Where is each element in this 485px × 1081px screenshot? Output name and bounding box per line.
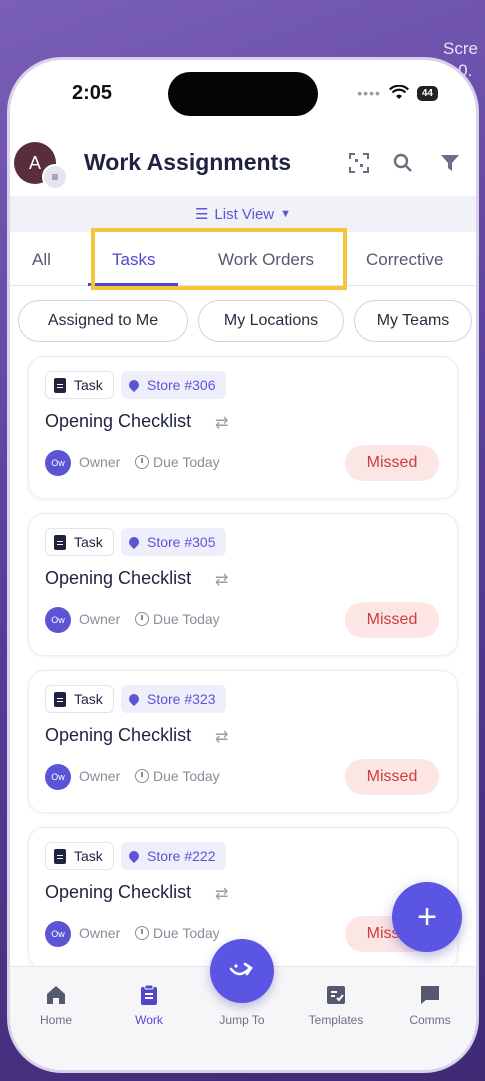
qr-scan-icon[interactable] (346, 150, 372, 176)
filter-my-teams[interactable]: My Teams (354, 300, 472, 342)
location-badge[interactable]: Store #323 (121, 685, 226, 713)
status-badge: Missed (345, 602, 439, 638)
annotation-highlight-box (91, 228, 347, 290)
location-pin-icon (126, 691, 142, 707)
location-label: Store #305 (147, 534, 216, 550)
type-label: Task (74, 691, 103, 707)
home-icon (47, 986, 65, 1004)
search-icon[interactable] (390, 150, 416, 176)
due-label: Due Today (153, 768, 220, 784)
nav-jump-to-label: Jump To (219, 1013, 265, 1027)
type-label: Task (74, 534, 103, 550)
battery-icon: 44 (416, 85, 438, 101)
nav-work[interactable]: Work (109, 983, 189, 1027)
task-card[interactable]: Task Store #306 Opening Checklist ⇄ Ow O… (28, 356, 458, 499)
signal-icon: •••• (357, 85, 381, 101)
bottom-navigation: Home Work Jump To Templates Comms (10, 939, 476, 1070)
status-icons: •••• 44 (357, 85, 438, 101)
repeat-icon: ⇄ (215, 729, 229, 746)
owner-avatar: Ow (45, 921, 71, 947)
owner-avatar: Ow (45, 607, 71, 633)
document-icon (54, 848, 66, 864)
filter-my-locations[interactable]: My Locations (198, 300, 344, 342)
status-time: 2:05 (72, 82, 113, 104)
jump-to-button[interactable] (210, 939, 274, 1003)
location-badge[interactable]: Store #306 (121, 371, 226, 399)
owner-label: Owner (79, 454, 121, 470)
document-icon (54, 377, 66, 393)
task-card[interactable]: Task Store #323 Opening Checklist ⇄ Ow O… (28, 670, 458, 813)
owner-avatar: Ow (45, 450, 71, 476)
location-label: Store #323 (147, 691, 216, 707)
page-title: Work Assignments (84, 149, 292, 175)
card-title: Opening Checklist (45, 725, 192, 745)
card-title: Opening Checklist (45, 568, 192, 588)
location-label: Store #222 (147, 848, 216, 864)
clock-icon (135, 455, 149, 469)
nav-work-label: Work (135, 1013, 163, 1027)
add-button[interactable]: + (392, 882, 462, 952)
phone-screen: 2:05 •••• 44 A ≡ Work Assignments ☰ List… (10, 60, 476, 1070)
status-bar: 2:05 •••• 44 (10, 60, 476, 124)
location-pin-icon (126, 534, 142, 550)
tab-all[interactable]: All (32, 250, 51, 270)
nav-comms[interactable]: Comms (390, 983, 470, 1027)
owner-label: Owner (79, 611, 121, 627)
document-icon (54, 534, 66, 550)
card-title: Opening Checklist (45, 882, 192, 902)
wifi-icon (388, 85, 409, 99)
owner-label: Owner (79, 925, 121, 941)
filter-icon[interactable] (437, 150, 463, 176)
due-label: Due Today (153, 925, 220, 941)
repeat-icon: ⇄ (215, 572, 229, 589)
nav-home-label: Home (39, 1013, 72, 1027)
nav-comms-label: Comms (409, 1013, 451, 1027)
clock-icon (135, 612, 149, 626)
type-badge: Task (45, 842, 114, 870)
type-badge: Task (45, 371, 114, 399)
location-label: Store #306 (147, 377, 216, 393)
status-badge: Missed (345, 759, 439, 795)
location-badge[interactable]: Store #222 (121, 842, 226, 870)
due-label: Due Today (153, 611, 220, 627)
filter-assigned-to-me[interactable]: Assigned to Me (18, 300, 188, 342)
type-badge: Task (45, 685, 114, 713)
repeat-icon: ⇄ (215, 415, 229, 432)
clock-icon (135, 769, 149, 783)
type-label: Task (74, 848, 103, 864)
app-header: A ≡ Work Assignments (10, 136, 476, 192)
owner-avatar: Ow (45, 764, 71, 790)
due-label: Due Today (153, 454, 220, 470)
repeat-icon: ⇄ (215, 886, 229, 903)
status-badge: Missed (345, 445, 439, 481)
templates-icon (327, 986, 345, 1004)
jump-icon (229, 962, 253, 976)
location-badge[interactable]: Store #305 (121, 528, 226, 556)
list-icon: ☰ (194, 206, 209, 223)
card-title: Opening Checklist (45, 411, 192, 431)
location-pin-icon (126, 848, 142, 864)
list-view-toggle[interactable]: ☰ List View ▼ (10, 196, 476, 232)
type-badge: Task (45, 528, 114, 556)
dynamic-island (168, 72, 318, 116)
chat-icon (421, 986, 439, 1004)
filter-chips: Assigned to Me My Locations My Teams (10, 300, 476, 344)
owner-label: Owner (79, 768, 121, 784)
nav-templates[interactable]: Templates (296, 983, 376, 1027)
chevron-down-icon: ▼ (280, 208, 292, 220)
clipboard-icon (141, 984, 157, 1005)
clock-icon (135, 926, 149, 940)
location-pin-icon (126, 377, 142, 393)
list-view-label: List View (214, 205, 275, 223)
menu-icon[interactable]: ≡ (42, 164, 68, 190)
nav-templates-label: Templates (308, 1013, 364, 1027)
task-card[interactable]: Task Store #305 Opening Checklist ⇄ Ow O… (28, 513, 458, 656)
tab-corrective[interactable]: Corrective (366, 250, 443, 270)
document-icon (54, 691, 66, 707)
type-label: Task (74, 377, 103, 393)
nav-home[interactable]: Home (16, 983, 96, 1027)
avatar-initial: A (28, 152, 41, 173)
